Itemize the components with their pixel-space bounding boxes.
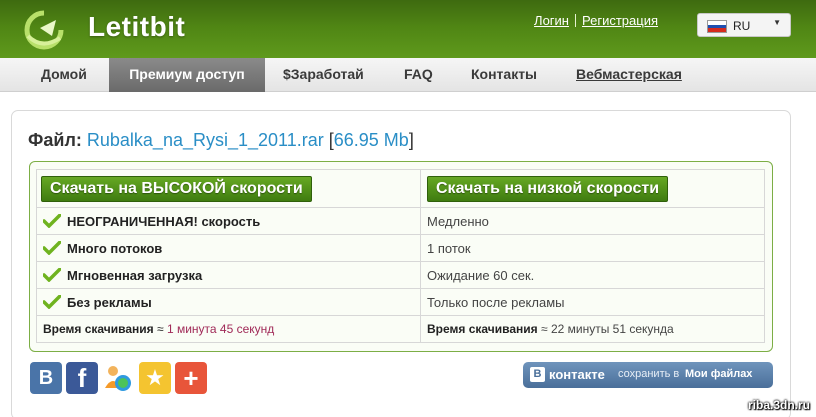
- fast-feature: Много потоков: [67, 240, 163, 256]
- vkontakte-share-icon[interactable]: В: [30, 362, 62, 394]
- nav-earn[interactable]: $Заработай: [283, 58, 364, 92]
- file-label: Файл:: [28, 130, 82, 150]
- register-link[interactable]: Регистрация: [582, 13, 658, 28]
- table-row: Время скачивания ≈ 1 минута 45 секунд Вр…: [36, 315, 765, 343]
- people-share-icon[interactable]: [102, 362, 134, 394]
- main-nav: Домой Премиум доступ $Заработай FAQ Конт…: [0, 58, 816, 92]
- checkmark-icon: [43, 267, 61, 282]
- nav-home[interactable]: Домой: [41, 58, 87, 92]
- approx-sign: ≈: [541, 322, 548, 336]
- file-info: Файл: Rubalka_na_Rysi_1_2011.rar [66.95 …: [28, 130, 414, 150]
- letitbit-logo-icon[interactable]: [22, 6, 70, 52]
- table-row: Без рекламы Только после рекламы: [36, 288, 765, 316]
- nav-premium[interactable]: Премиум доступ: [109, 58, 265, 92]
- people-icon: [105, 366, 131, 391]
- table-row: НЕОГРАНИЧЕННАЯ! скорость Медленно: [36, 207, 765, 235]
- facebook-share-icon[interactable]: f: [66, 362, 98, 394]
- login-link[interactable]: Логин: [534, 13, 569, 28]
- fast-download-button[interactable]: Скачать на ВЫСОКОЙ скорости: [41, 175, 312, 202]
- russia-flag-icon: [707, 20, 727, 33]
- table-row: Много потоков 1 поток: [36, 234, 765, 262]
- file-name: Rubalka_na_Rysi_1_2011.rar: [86, 130, 324, 150]
- vk-save-button[interactable]: В контакте сохранить в Мои файлах: [523, 362, 773, 388]
- vk-save-target: Мои файлах: [685, 368, 753, 380]
- download-compare-table: Скачать на ВЫСОКОЙ скорости Скачать на н…: [36, 169, 765, 343]
- checkmark-icon: [43, 213, 61, 228]
- slow-feature: Медленно: [420, 207, 765, 235]
- table-row: Мгновенная загрузка Ожидание 60 сек.: [36, 261, 765, 289]
- nav-webmaster[interactable]: Вебмастерская: [576, 58, 682, 92]
- fast-time-label: Время скачивания: [43, 322, 154, 336]
- checkmark-icon: [43, 240, 61, 255]
- fast-feature: Без рекламы: [67, 294, 152, 310]
- table-row: Скачать на ВЫСОКОЙ скорости Скачать на н…: [36, 169, 765, 208]
- bookmark-star-icon[interactable]: ★: [139, 362, 171, 394]
- fast-time-value: 1 минута 45 секунд: [166, 322, 275, 336]
- link-divider: [575, 14, 576, 27]
- vk-save-text: сохранить в: [618, 368, 680, 380]
- language-select[interactable]: RU ▼: [697, 13, 791, 37]
- nav-contacts[interactable]: Контакты: [471, 58, 537, 92]
- slow-time-value: 22 минуты 51 секунда: [550, 322, 674, 336]
- slow-feature: 1 поток: [420, 234, 765, 262]
- slow-feature: Только после рекламы: [420, 288, 765, 316]
- add-more-plus-icon[interactable]: +: [175, 362, 207, 394]
- slow-feature: Ожидание 60 сек.: [420, 261, 765, 289]
- vk-logo-icon: В: [530, 367, 545, 382]
- file-size: 66.95 Mb: [333, 130, 409, 150]
- site-header: Letitbit Логин Регистрация RU ▼: [0, 0, 816, 58]
- logo-text[interactable]: Letitbit: [88, 11, 185, 43]
- slow-time-label: Время скачивания: [427, 322, 538, 336]
- slow-download-button[interactable]: Скачать на низкой скорости: [427, 175, 669, 202]
- fast-feature: Мгновенная загрузка: [67, 267, 203, 283]
- checkmark-icon: [43, 294, 61, 309]
- watermark: riba.3dn.ru: [747, 398, 810, 412]
- fast-feature: НЕОГРАНИЧЕННАЯ! скорость: [67, 213, 261, 229]
- vk-brand: контакте: [549, 367, 605, 382]
- auth-links: Логин Регистрация: [534, 13, 658, 28]
- approx-sign: ≈: [157, 322, 164, 336]
- nav-faq[interactable]: FAQ: [404, 58, 433, 92]
- caret-down-icon: ▼: [773, 18, 781, 27]
- language-label: RU: [733, 19, 751, 33]
